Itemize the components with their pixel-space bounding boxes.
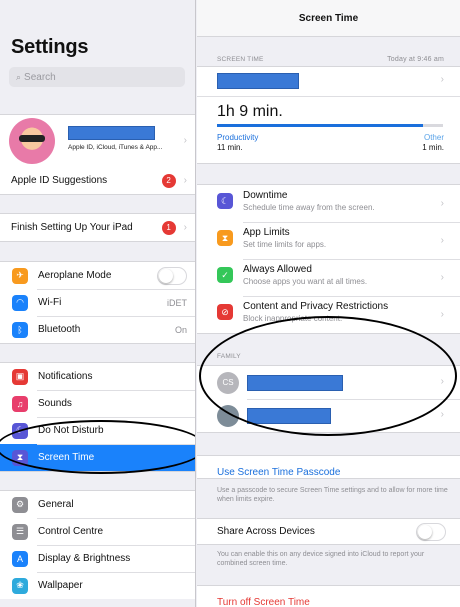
wifi-icon: ◠: [12, 294, 28, 311]
finish-setup-row[interactable]: Finish Setting Up Your iPad 1 ›: [0, 214, 195, 241]
control-centre-row[interactable]: ☰ Control Centre: [0, 518, 195, 545]
share-toggle[interactable]: [416, 522, 446, 541]
always-allowed-title: Always Allowed: [243, 264, 312, 275]
usage-bar-fill: [217, 124, 423, 127]
annotation-oval: [0, 420, 195, 474]
bluetooth-label: Bluetooth: [38, 324, 81, 335]
app-limits-title: App Limits: [243, 227, 290, 238]
control-centre-label: Control Centre: [38, 526, 104, 537]
hourglass-icon: ⧗: [217, 230, 233, 246]
downtime-subtitle: Schedule time away from the screen.: [243, 203, 375, 212]
screen-time-pane: Screen Time SCREEN TIME Today at 9:46 am…: [197, 0, 460, 607]
notifications-icon: ▣: [12, 368, 28, 385]
productivity-value: 11 min.: [217, 143, 243, 152]
sounds-row[interactable]: ♫ Sounds: [0, 390, 195, 417]
general-group: ⚙ General ☰ Control Centre A Display & B…: [0, 490, 195, 599]
wifi-row[interactable]: ◠ Wi-Fi iDET: [0, 289, 195, 316]
search-field[interactable]: ⌕ Search: [9, 67, 185, 87]
connectivity-group: ✈ Aeroplane Mode ◠ Wi-Fi iDET ᛒ Bluetoot…: [0, 261, 195, 344]
other-label: Other: [423, 133, 444, 142]
share-note: You can enable this on any device signed…: [217, 551, 425, 567]
aeroplane-mode-label: Aeroplane Mode: [38, 270, 112, 281]
content-privacy-title: Content and Privacy Restrictions: [243, 301, 389, 312]
search-placeholder: Search: [24, 71, 56, 83]
chevron-right-icon: ›: [440, 309, 444, 320]
wallpaper-label: Wallpaper: [38, 580, 83, 591]
display-brightness-label: Display & Brightness: [38, 553, 131, 564]
notifications-row[interactable]: ▣ Notifications: [0, 363, 195, 390]
bluetooth-row[interactable]: ᛒ Bluetooth On: [0, 316, 195, 343]
wifi-label: Wi-Fi: [38, 297, 62, 308]
finish-setup-group: Finish Setting Up Your iPad 1 ›: [0, 213, 195, 242]
apple-id-group: Apple ID, iCloud, iTunes & App... › Appl…: [0, 114, 195, 195]
share-label: Share Across Devices: [217, 526, 315, 537]
display-icon: A: [12, 550, 28, 567]
use-passcode-link[interactable]: Use Screen Time Passcode: [217, 467, 340, 478]
display-brightness-row[interactable]: A Display & Brightness: [0, 545, 195, 572]
restrict-icon: ⊘: [217, 304, 233, 320]
total-time: 1h 9 min.: [217, 103, 283, 120]
timestamp: Today at 9:46 am: [387, 56, 444, 63]
screen-time-options: ☾ Downtime Schedule time away from the s…: [197, 184, 460, 334]
aeroplane-mode-row[interactable]: ✈ Aeroplane Mode: [0, 262, 195, 289]
apple-id-suggestions-label: Apple ID Suggestions: [11, 175, 108, 186]
redacted-device-name: [217, 73, 299, 89]
usage-bar: [217, 124, 443, 127]
nav-title: Screen Time: [298, 13, 359, 24]
downtime-row[interactable]: ☾ Downtime Schedule time away from the s…: [197, 185, 460, 222]
notifications-label: Notifications: [38, 371, 93, 382]
always-allowed-subtitle: Choose apps you want at all times.: [243, 277, 368, 286]
share-row[interactable]: Share Across Devices: [197, 518, 460, 545]
apple-id-suggestions-row[interactable]: Apple ID Suggestions 2 ›: [0, 167, 195, 194]
productivity-label: Productivity: [217, 133, 259, 142]
divider: [197, 96, 460, 97]
wallpaper-icon: ❀: [12, 577, 28, 594]
check-icon: ✓: [217, 267, 233, 283]
general-row[interactable]: ⚙ General: [0, 491, 195, 518]
search-icon: ⌕: [16, 71, 22, 82]
app-limits-subtitle: Set time limits for apps.: [243, 240, 327, 249]
bluetooth-value: On: [174, 324, 187, 335]
apple-id-subtitle: Apple ID, iCloud, iTunes & App...: [68, 144, 163, 151]
chevron-right-icon: ›: [440, 198, 444, 209]
chevron-right-icon: ›: [440, 235, 444, 246]
notification-badge: 1: [161, 220, 176, 235]
general-label: General: [38, 499, 74, 510]
turn-off-button[interactable]: Turn off Screen Time: [217, 597, 310, 607]
chevron-right-icon: ›: [183, 175, 187, 186]
aeroplane-mode-toggle[interactable]: [157, 266, 187, 285]
chevron-right-icon: ›: [440, 409, 444, 420]
gear-icon: ⚙: [12, 496, 28, 513]
apple-id-row[interactable]: Apple ID, iCloud, iTunes & App... ›: [0, 115, 195, 167]
redacted-name: [68, 126, 155, 140]
other-value: 1 min.: [422, 143, 444, 152]
wifi-network-value: iDET: [167, 297, 187, 308]
app-limits-row[interactable]: ⧗ App Limits Set time limits for apps. ›: [197, 222, 460, 259]
sounds-icon: ♫: [12, 395, 28, 412]
bluetooth-icon: ᛒ: [12, 321, 28, 338]
chevron-right-icon: ›: [183, 222, 187, 233]
notification-badge: 2: [161, 173, 176, 188]
screen-time-section-label: SCREEN TIME: [217, 56, 264, 63]
downtime-icon: ☾: [217, 193, 233, 209]
settings-sidebar: Settings ⌕ Search Apple ID, iCloud, iTun…: [0, 0, 196, 607]
chevron-right-icon: ›: [440, 74, 444, 85]
finish-setup-label: Finish Setting Up Your iPad: [11, 222, 133, 233]
control-centre-icon: ☰: [12, 523, 28, 540]
annotation-oval: [199, 316, 457, 436]
avatar: [9, 118, 55, 164]
nav-bar: Screen Time: [197, 0, 460, 37]
chevron-right-icon: ›: [183, 135, 187, 146]
always-allowed-row[interactable]: ✓ Always Allowed Choose apps you want at…: [197, 259, 460, 296]
turn-off-row[interactable]: Turn off Screen Time: [197, 585, 460, 607]
airplane-icon: ✈: [12, 267, 28, 284]
wallpaper-row[interactable]: ❀ Wallpaper: [0, 572, 195, 599]
passcode-note: Use a passcode to secure Screen Time set…: [217, 487, 448, 503]
chevron-right-icon: ›: [440, 272, 444, 283]
usage-card[interactable]: › 1h 9 min. Productivity 11 min. Other 1…: [197, 66, 460, 164]
sounds-label: Sounds: [38, 398, 72, 409]
passcode-row[interactable]: Use Screen Time Passcode: [197, 455, 460, 479]
settings-title: Settings: [11, 36, 89, 58]
downtime-title: Downtime: [243, 190, 288, 201]
